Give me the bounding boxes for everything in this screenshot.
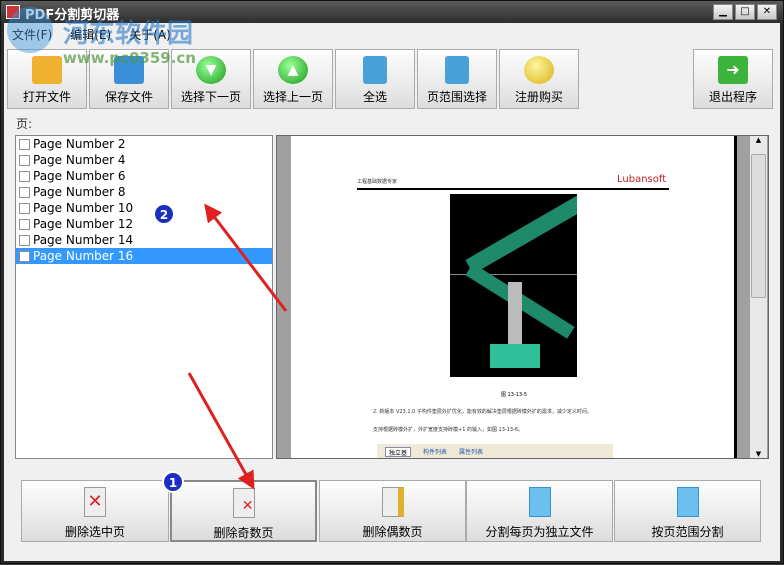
svg-text:1: 1	[169, 476, 177, 490]
annotation-arrow	[187, 372, 255, 490]
annotation-arrow	[204, 203, 288, 312]
annotation-badge-1: 1	[162, 471, 184, 493]
annotation-badge-2: 2	[153, 203, 175, 225]
svg-text:2: 2	[160, 208, 168, 222]
app-window: PDF分割剪切器 ▁ □ ✕ 文件(F) 编辑(E) 关于(A) 打开文件 保存…	[0, 0, 784, 564]
annotation-overlay: 2 1	[153, 203, 288, 493]
